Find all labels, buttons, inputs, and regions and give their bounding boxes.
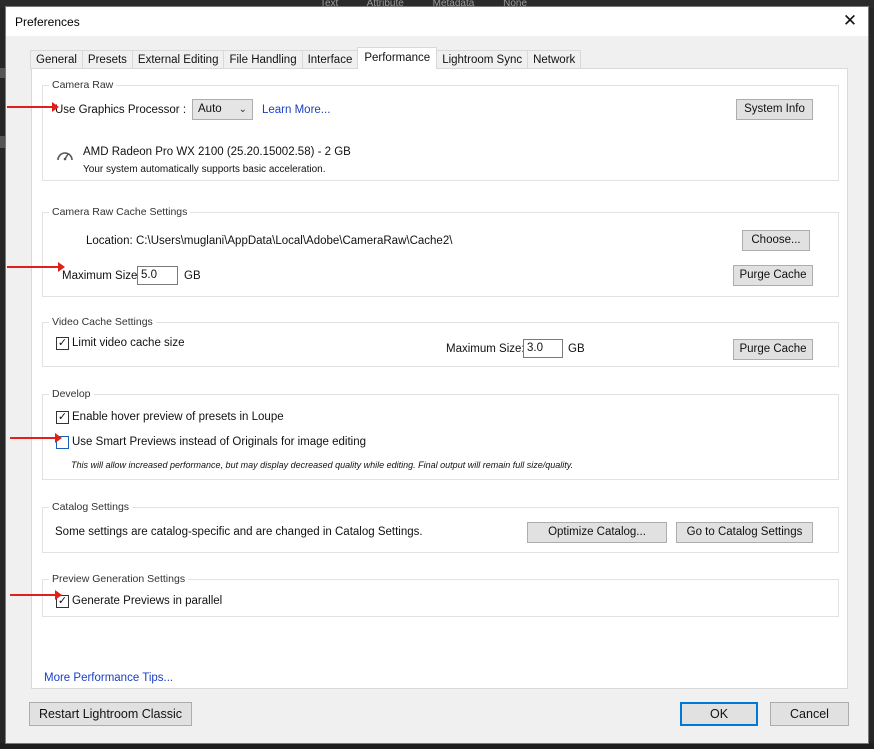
tab-interface[interactable]: Interface — [301, 50, 359, 69]
video-max-size-label: Maximum Size: — [446, 343, 525, 355]
cache-max-size-label: Maximum Size: — [62, 270, 141, 282]
camera-raw-legend: Camera Raw — [49, 79, 117, 91]
ok-button[interactable]: OK — [680, 702, 758, 726]
title-bar: Preferences ✕ — [6, 7, 868, 36]
chevron-down-icon: ⌄ — [238, 104, 247, 115]
more-performance-tips-link[interactable]: More Performance Tips... — [44, 672, 173, 684]
tab-presets[interactable]: Presets — [81, 50, 133, 69]
tab-general[interactable]: General — [30, 50, 83, 69]
tab-lightroom-sync[interactable]: Lightroom Sync — [436, 50, 529, 69]
annotation-arrow-icon — [10, 590, 62, 600]
performance-panel: Camera Raw Use Graphics Processor : Auto… — [31, 68, 848, 689]
tab-file-handling[interactable]: File Handling — [223, 50, 303, 69]
optimize-catalog-button[interactable]: Optimize Catalog... — [527, 522, 667, 543]
video-cache-unit: GB — [568, 343, 585, 355]
tab-performance[interactable]: Performance — [357, 47, 438, 69]
gpu-label: Use Graphics Processor : — [55, 104, 187, 116]
video-max-size-input[interactable]: 3.0 — [523, 339, 563, 358]
cache-unit: GB — [184, 270, 201, 282]
generate-previews-parallel-label: Generate Previews in parallel — [72, 595, 223, 607]
develop-group: Develop ✓ Enable hover preview of preset… — [42, 388, 839, 480]
choose-button[interactable]: Choose... — [742, 230, 810, 251]
catalog-settings-text: Some settings are catalog-specific and a… — [55, 526, 423, 538]
preview-generation-group: Preview Generation Settings ✓ Generate P… — [42, 573, 839, 617]
checkmark-icon: ✓ — [57, 337, 68, 349]
close-icon[interactable]: ✕ — [841, 11, 859, 31]
dialog-title: Preferences — [15, 15, 80, 29]
gpu-status: Your system automatically supports basic… — [83, 164, 326, 175]
catalog-settings-group: Catalog Settings Some settings are catal… — [42, 501, 839, 553]
gpu-select-value: Auto — [198, 103, 222, 115]
go-to-catalog-settings-button[interactable]: Go to Catalog Settings — [676, 522, 813, 543]
restart-lightroom-button[interactable]: Restart Lightroom Classic — [29, 702, 192, 726]
video-cache-legend: Video Cache Settings — [49, 316, 156, 328]
system-info-button[interactable]: System Info — [736, 99, 813, 120]
gpu-name: AMD Radeon Pro WX 2100 (25.20.15002.58) … — [83, 146, 351, 158]
catalog-settings-legend: Catalog Settings — [49, 501, 133, 513]
cancel-button[interactable]: Cancel — [770, 702, 849, 726]
cache-max-size-input[interactable]: 5.0 — [137, 266, 178, 285]
hover-preview-checkbox[interactable]: ✓ — [56, 411, 69, 424]
preview-generation-legend: Preview Generation Settings — [49, 573, 189, 585]
tab-bar: General Presets External Editing File Ha… — [30, 47, 582, 69]
develop-legend: Develop — [49, 388, 94, 400]
limit-video-cache-checkbox[interactable]: ✓ — [56, 337, 69, 350]
annotation-arrow-icon — [7, 262, 65, 272]
annotation-arrow-icon — [7, 102, 59, 112]
camera-raw-group: Camera Raw Use Graphics Processor : Auto… — [42, 79, 839, 181]
develop-note: This will allow increased performance, b… — [71, 460, 574, 470]
video-cache-group: Video Cache Settings ✓ Limit video cache… — [42, 316, 839, 367]
checkmark-icon: ✓ — [57, 411, 68, 423]
learn-more-link[interactable]: Learn More... — [262, 104, 330, 116]
cache-location-label: Location: — [86, 235, 133, 247]
tab-network[interactable]: Network — [527, 50, 582, 69]
preferences-dialog: Preferences ✕ General Presets External E… — [5, 6, 869, 744]
tab-external-editing[interactable]: External Editing — [131, 50, 225, 69]
video-purge-cache-button[interactable]: Purge Cache — [733, 339, 813, 360]
annotation-arrow-icon — [10, 433, 62, 443]
hover-preview-label: Enable hover preview of presets in Loupe — [72, 411, 284, 423]
camera-raw-cache-legend: Camera Raw Cache Settings — [49, 206, 191, 218]
camera-raw-cache-group: Camera Raw Cache Settings Location: C:\U… — [42, 206, 839, 297]
smart-previews-label: Use Smart Previews instead of Originals … — [72, 436, 367, 448]
limit-video-cache-label: Limit video cache size — [72, 337, 185, 349]
purge-cache-button[interactable]: Purge Cache — [733, 265, 813, 286]
gpu-select[interactable]: Auto ⌄ — [192, 99, 253, 120]
gauge-icon — [56, 148, 74, 162]
cache-location-value: C:\Users\muglani\AppData\Local\Adobe\Cam… — [136, 235, 453, 247]
